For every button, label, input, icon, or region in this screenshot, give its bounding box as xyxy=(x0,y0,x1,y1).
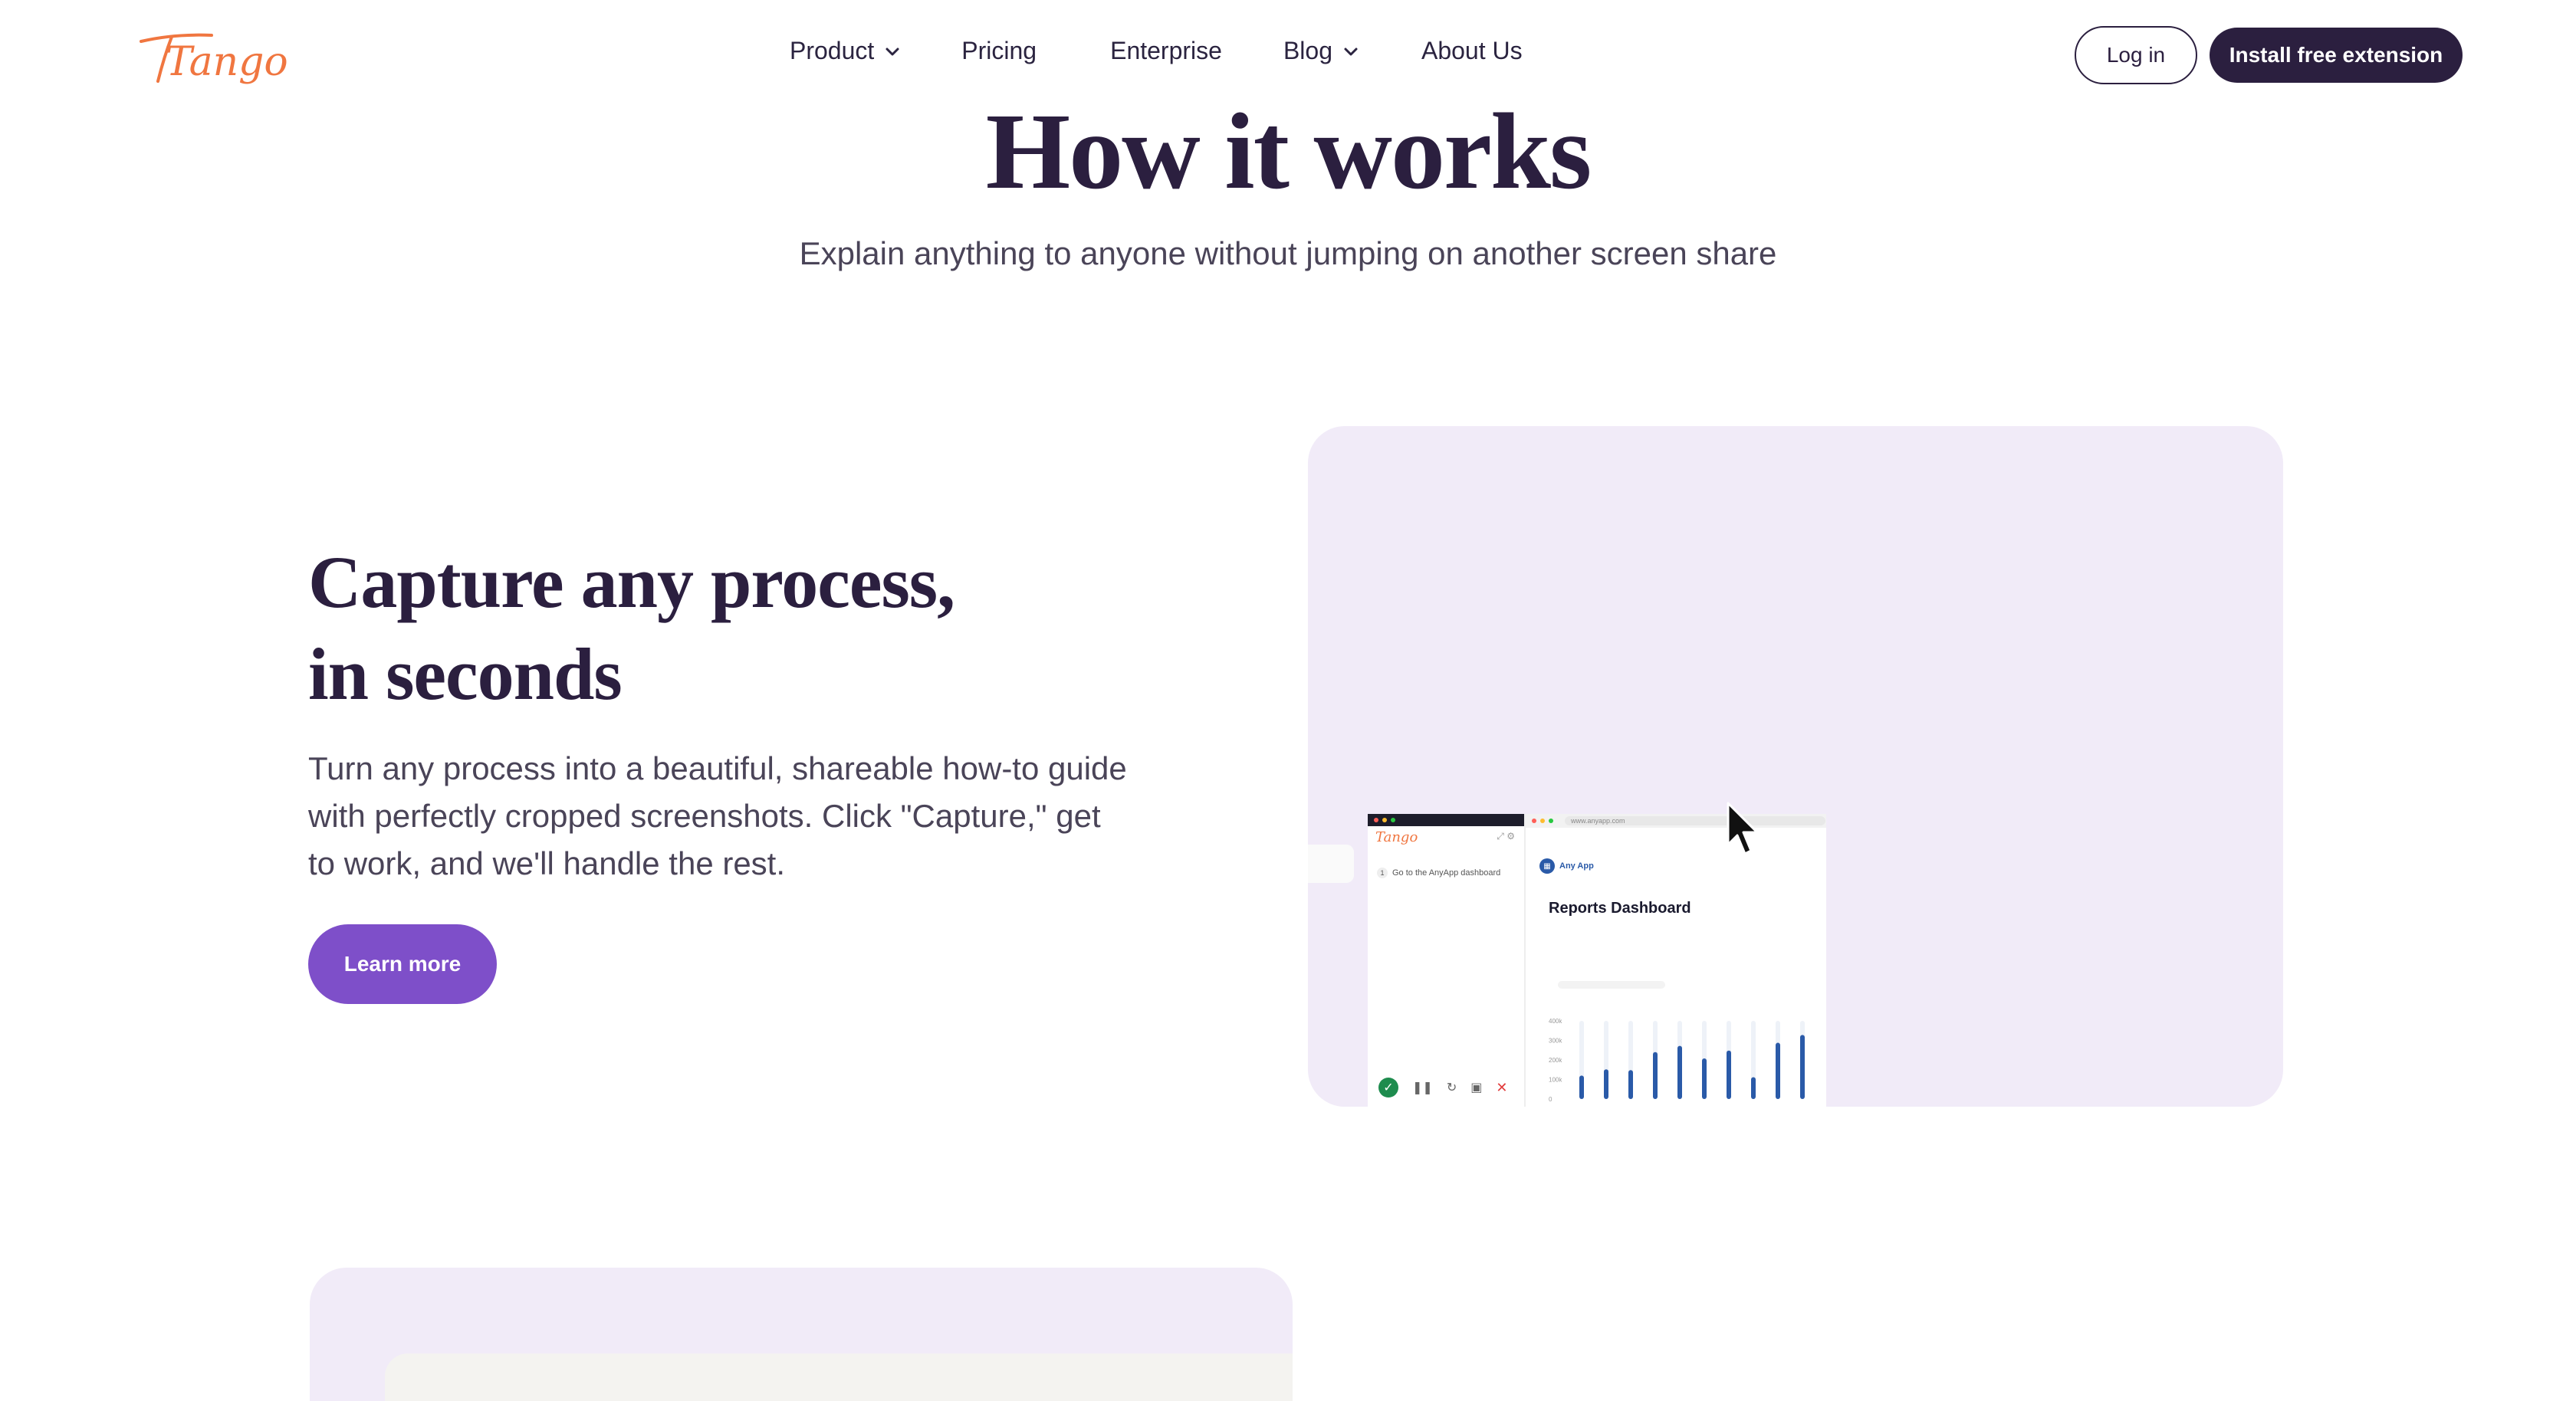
nav-enterprise[interactable]: Enterprise xyxy=(1110,37,1222,65)
nav-about-us[interactable]: About Us xyxy=(1421,37,1523,65)
pause-icon: ❚❚ xyxy=(1412,1081,1433,1094)
window-dot-icon xyxy=(1374,818,1378,822)
nav-product-label: Product xyxy=(790,37,875,64)
chart-bar xyxy=(1727,1050,1731,1099)
chart-bar xyxy=(1677,1045,1682,1099)
check-icon: ✓ xyxy=(1378,1078,1398,1098)
window-dot-icon xyxy=(1391,818,1395,822)
restart-icon: ↻ xyxy=(1446,1081,1457,1094)
mockup-capture-controls: ✓ ❚❚ ↻ ▣ ✕ xyxy=(1378,1078,1507,1098)
second-feature-panel xyxy=(310,1268,1293,1401)
install-extension-button[interactable]: Install free extension xyxy=(2210,28,2463,83)
second-feature-inner-card xyxy=(385,1353,1293,1401)
mockup-tango-logo: Tango xyxy=(1375,829,1418,845)
mockup-url-bar: www.anyapp.com xyxy=(1565,816,1825,825)
mockup-browser-titlebar: www.anyapp.com xyxy=(1526,814,1826,828)
page-subtitle: Explain anything to anyone without jumpi… xyxy=(799,235,1777,271)
chart-tick-label: 300k xyxy=(1549,1038,1562,1045)
chart-bar xyxy=(1776,1042,1780,1099)
mockup-skeleton-line xyxy=(1558,981,1665,989)
chevron-down-icon xyxy=(886,48,899,55)
mouse-cursor-icon xyxy=(1727,802,1759,855)
chart-bar xyxy=(1702,1058,1707,1099)
window-dot-icon xyxy=(1382,818,1387,822)
feature-title: Capture any process, in seconds xyxy=(308,536,1152,720)
nav-pricing-label: Pricing xyxy=(961,37,1037,64)
mockup-sidebar: Tango ⤢ ⚙ 1 Go to the AnyApp dashboard ✓ … xyxy=(1368,814,1526,1107)
mockup-app-header: ▦ Any App xyxy=(1539,858,1594,874)
close-icon: ✕ xyxy=(1496,1079,1508,1095)
logo-wordmark: Tango xyxy=(166,39,288,85)
chart-bar xyxy=(1628,1070,1633,1099)
mockup-report-title: Reports Dashboard xyxy=(1549,900,1691,917)
app-logo-icon: ▦ xyxy=(1539,858,1555,874)
nav-links: Product Pricing Enterprise Blog About Us xyxy=(790,37,1523,65)
panel-decorative-bar xyxy=(1308,845,1354,883)
mockup-bar-chart: 400k 300k 200k 100k 0 xyxy=(1549,1018,1805,1103)
chart-tick-label: 200k xyxy=(1549,1057,1562,1064)
window-dot-icon xyxy=(1540,819,1545,823)
mockup-settings-icon: ⤢ ⚙ xyxy=(1497,831,1515,842)
window-dot-icon xyxy=(1549,819,1553,823)
window-dot-icon xyxy=(1532,819,1536,823)
mockup-step-number: 1 xyxy=(1377,868,1388,878)
mockup-sidebar-titlebar xyxy=(1368,814,1524,826)
mockup-step: 1 Go to the AnyApp dashboard xyxy=(1377,868,1500,878)
learn-more-button[interactable]: Learn more xyxy=(308,924,497,1004)
chart-tick-label: 100k xyxy=(1549,1077,1562,1084)
nav-enterprise-label: Enterprise xyxy=(1110,37,1222,64)
chevron-down-icon xyxy=(1344,48,1358,55)
chart-bar xyxy=(1579,1075,1584,1099)
nav-blog[interactable]: Blog xyxy=(1283,37,1360,65)
chart-bar xyxy=(1800,1035,1805,1099)
nav-blog-label: Blog xyxy=(1283,37,1332,64)
mockup-app-name: Any App xyxy=(1559,861,1594,871)
chart-tick-label: 0 xyxy=(1549,1096,1552,1103)
nav-pricing[interactable]: Pricing xyxy=(961,37,1037,65)
stop-icon: ▣ xyxy=(1470,1081,1483,1094)
feature-title-line2: in seconds xyxy=(308,633,623,715)
mockup-browser: www.anyapp.com ▦ Any App Reports Dashboa… xyxy=(1526,814,1826,1107)
login-button[interactable]: Log in xyxy=(2075,26,2197,84)
app-mockup: Tango ⤢ ⚙ 1 Go to the AnyApp dashboard ✓ … xyxy=(1368,814,1826,1107)
chart-bar xyxy=(1604,1069,1608,1099)
feature-description: Turn any process into a beautiful, share… xyxy=(308,750,1127,881)
nav-product[interactable]: Product xyxy=(790,37,902,65)
chart-tick-label: 400k xyxy=(1549,1018,1562,1025)
feature-title-line1: Capture any process, xyxy=(308,541,955,623)
page-title: How it works xyxy=(985,90,1592,212)
nav-about-us-label: About Us xyxy=(1421,37,1523,64)
chart-bar xyxy=(1653,1052,1658,1099)
chart-bar xyxy=(1751,1077,1756,1099)
mockup-step-text: Go to the AnyApp dashboard xyxy=(1392,868,1501,878)
